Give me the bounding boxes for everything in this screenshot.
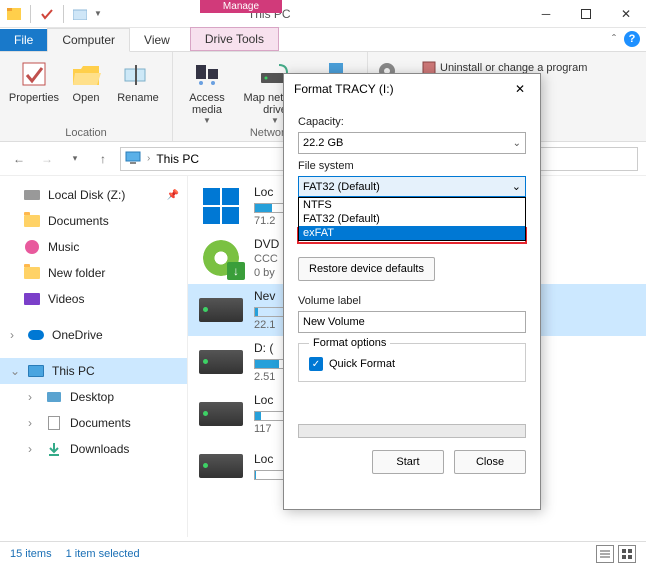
drive-icon	[199, 454, 243, 478]
filesystem-dropdown: NTFS FAT32 (Default) exFAT	[298, 197, 526, 241]
sidebar-item-documents-pc[interactable]: ›Documents	[0, 410, 187, 436]
qat-dropdown-icon[interactable]: ▼	[94, 9, 102, 18]
music-icon	[25, 240, 39, 254]
item-count: 15 items	[10, 548, 52, 560]
download-icon	[47, 442, 61, 456]
forward-button[interactable]: →	[36, 148, 58, 170]
quick-access-toolbar: ▼	[0, 5, 108, 23]
dialog-titlebar: Format TRACY (I:) ✕	[284, 74, 540, 104]
video-icon	[24, 293, 40, 305]
navigation-pane: Local Disk (Z:)📌 Documents Music New fol…	[0, 176, 188, 537]
rename-button[interactable]: Rename	[112, 56, 164, 125]
folder-icon	[24, 215, 40, 227]
access-media-button[interactable]: Access media ▼	[181, 56, 233, 125]
sidebar-item-documents[interactable]: Documents	[0, 208, 187, 234]
sidebar-item-local-disk-z[interactable]: Local Disk (Z:)📌	[0, 182, 187, 208]
dialog-close-button[interactable]: ✕	[510, 79, 530, 99]
sidebar-item-new-folder[interactable]: New folder	[0, 260, 187, 286]
rename-icon	[122, 58, 154, 90]
capacity-select[interactable]: 22.2 GB ⌄	[298, 132, 526, 154]
chevron-right-icon: ›	[28, 442, 38, 456]
volume-label-label: Volume label	[298, 295, 526, 307]
filesystem-select[interactable]: FAT32 (Default) ⌄	[298, 176, 526, 197]
recent-locations-button[interactable]: ▾	[64, 148, 86, 170]
dialog-title: Format TRACY (I:)	[294, 82, 394, 96]
fs-option-fat32[interactable]: FAT32 (Default)	[299, 212, 525, 226]
chevron-down-icon: ▼	[271, 116, 279, 125]
pc-icon	[28, 365, 44, 377]
chevron-down-icon: ⌄	[513, 138, 521, 149]
desktop-icon	[47, 392, 61, 402]
start-button[interactable]: Start	[372, 450, 444, 474]
chevron-right-icon: ›	[147, 153, 150, 164]
sidebar-item-videos[interactable]: Videos	[0, 286, 187, 312]
properties-icon	[18, 58, 50, 90]
large-icons-view-button[interactable]	[618, 545, 636, 563]
chevron-down-icon: ▼	[203, 116, 211, 125]
selection-count: 1 item selected	[66, 548, 140, 560]
sidebar-item-this-pc[interactable]: ⌄This PC	[0, 358, 187, 384]
windows-logo-icon	[203, 188, 239, 224]
properties-qat-icon[interactable]	[39, 6, 55, 22]
drive-icon	[24, 190, 40, 200]
address-location: This PC	[156, 152, 199, 166]
check-icon: ✓	[309, 357, 323, 371]
properties-button[interactable]: Properties	[8, 56, 60, 125]
format-options-group: Format options ✓ Quick Format	[298, 337, 526, 382]
sidebar-item-onedrive[interactable]: ›OneDrive	[0, 322, 187, 348]
restore-defaults-button[interactable]: Restore device defaults	[298, 257, 435, 281]
format-dialog: Format TRACY (I:) ✕ Capacity: 22.2 GB ⌄ …	[283, 73, 541, 510]
quick-format-checkbox[interactable]: ✓ Quick Format	[309, 357, 515, 371]
dvd-icon: ↓	[203, 240, 239, 276]
format-options-legend: Format options	[309, 337, 390, 349]
format-progress	[298, 424, 526, 438]
contextual-header: Manage	[200, 0, 282, 13]
pc-icon	[125, 151, 141, 167]
drive-icon	[199, 402, 243, 426]
status-bar: 15 items 1 item selected	[0, 541, 646, 565]
open-button[interactable]: Open	[66, 56, 106, 125]
volume-label-input[interactable]	[298, 311, 526, 333]
sidebar-item-desktop[interactable]: ›Desktop	[0, 384, 187, 410]
cloud-icon	[28, 330, 44, 340]
back-button[interactable]: ←	[8, 148, 30, 170]
tab-view[interactable]: View	[130, 29, 184, 51]
filesystem-label: File system	[298, 160, 526, 172]
open-folder-icon	[70, 58, 102, 90]
contextual-tab-group: Manage	[200, 0, 282, 13]
capacity-label: Capacity:	[298, 116, 526, 128]
chevron-down-icon: ⌄	[10, 364, 20, 378]
close-button[interactable]: ✕	[606, 0, 646, 28]
chevron-right-icon: ›	[28, 416, 38, 430]
pin-icon: 📌	[167, 190, 179, 201]
document-icon	[48, 416, 60, 430]
window-title: This PC	[108, 7, 526, 21]
collapse-ribbon-icon[interactable]: ˆ	[612, 32, 616, 46]
sidebar-item-downloads[interactable]: ›Downloads	[0, 436, 187, 462]
explorer-icon	[6, 6, 22, 22]
chevron-right-icon: ›	[10, 328, 20, 342]
tab-computer[interactable]: Computer	[47, 28, 130, 52]
maximize-button[interactable]	[566, 0, 606, 28]
tab-drive-tools[interactable]: Drive Tools	[190, 27, 279, 51]
up-button[interactable]: ↑	[92, 148, 114, 170]
ribbon-tabs: File Computer View Drive Tools ˆ ?	[0, 28, 646, 52]
details-view-button[interactable]	[596, 545, 614, 563]
drive-icon	[199, 350, 243, 374]
minimize-button[interactable]: ─	[526, 0, 566, 28]
drive-icon	[199, 298, 243, 322]
close-dialog-button[interactable]: Close	[454, 450, 526, 474]
access-media-icon	[191, 58, 223, 90]
fs-option-ntfs[interactable]: NTFS	[299, 198, 525, 212]
sidebar-item-music[interactable]: Music	[0, 234, 187, 260]
help-icon[interactable]: ?	[624, 31, 640, 47]
tab-file[interactable]: File	[0, 29, 47, 51]
folder-icon	[24, 267, 40, 279]
chevron-down-icon: ⌄	[512, 180, 521, 193]
titlebar: ▼ This PC ─ ✕	[0, 0, 646, 28]
new-folder-qat-icon[interactable]	[72, 6, 88, 22]
fs-option-exfat[interactable]: exFAT	[299, 226, 525, 240]
chevron-right-icon: ›	[28, 390, 38, 404]
ribbon-group-location: Properties Open Rename Location	[0, 52, 173, 141]
